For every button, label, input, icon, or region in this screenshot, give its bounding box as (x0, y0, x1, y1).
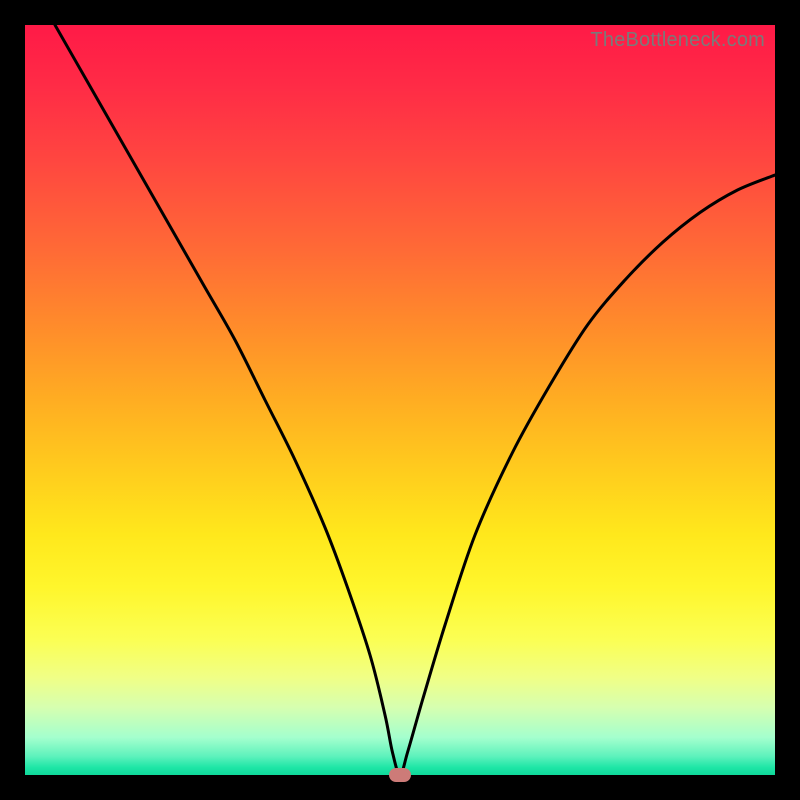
curve-svg (25, 25, 775, 775)
chart-frame: TheBottleneck.com (0, 0, 800, 800)
plot-area: TheBottleneck.com (25, 25, 775, 775)
bottleneck-curve (55, 25, 775, 775)
optimum-marker (389, 768, 411, 782)
